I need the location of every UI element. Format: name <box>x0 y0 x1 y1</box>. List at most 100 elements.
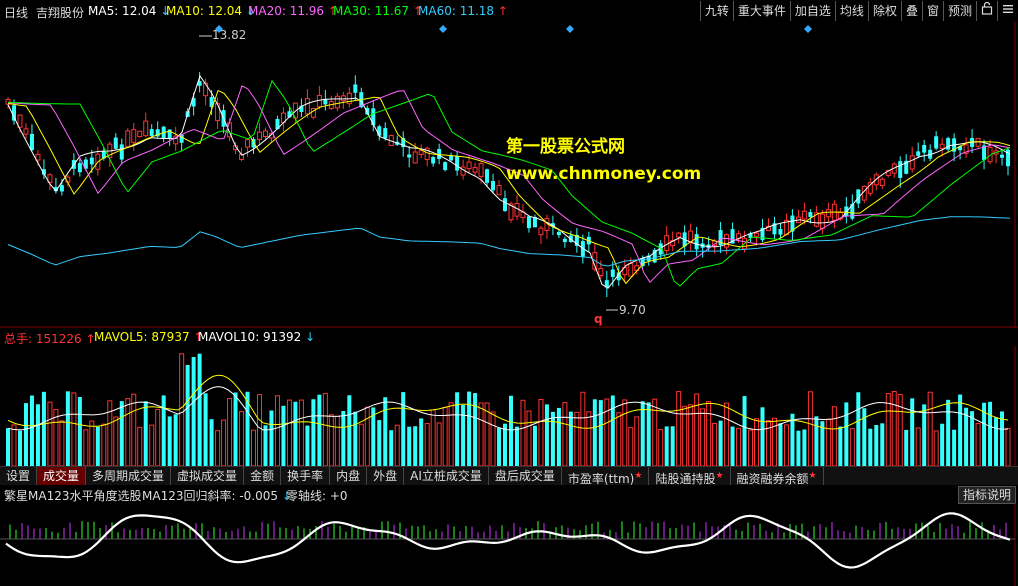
tab-5[interactable]: 换手率 <box>281 467 331 485</box>
menu-icon[interactable] <box>997 1 1018 21</box>
moving-average-button[interactable]: 均线 <box>834 1 868 21</box>
candle-up <box>825 209 831 218</box>
arrow-down-icon: ↓ <box>305 330 316 344</box>
tab-11[interactable]: 陆股通持股★ <box>649 467 731 486</box>
volume-bar-down <box>473 393 478 466</box>
volume-bar-up <box>442 406 448 466</box>
slope-label: MA123回归斜率: -0.005 ↓ <box>142 489 292 503</box>
volume-bar-down <box>41 391 46 466</box>
candle-up <box>125 130 131 147</box>
tab-2[interactable]: 多周期成交量 <box>86 467 172 485</box>
volume-bar-down <box>610 395 615 466</box>
tab-0[interactable]: 设置 <box>0 467 38 485</box>
volume-bar-down <box>550 411 555 466</box>
volume-bar-down <box>461 405 466 466</box>
volume-bar-up <box>526 410 532 466</box>
volume-bar-up <box>706 401 712 466</box>
mavol10-label: MAVOL10: 91392 ↓ <box>198 330 316 344</box>
candle-up <box>754 232 760 237</box>
volume-bar-down <box>718 420 723 466</box>
volume-bar-up <box>394 424 400 466</box>
lock-icon[interactable] <box>976 1 997 21</box>
volume-bar-down <box>796 430 801 466</box>
price-header: 日线 吉翔股份 MA5: 12.04 ↓ MA10: 12.04 ↓ MA20:… <box>0 0 1018 22</box>
volume-bar-down <box>23 403 28 466</box>
volume-bar-down <box>29 395 34 466</box>
candle-down <box>113 137 118 149</box>
volume-bar-up <box>107 400 113 466</box>
volume-bar-up <box>754 418 760 466</box>
candle-down <box>11 105 16 121</box>
volume-bar-down <box>77 397 82 466</box>
volume-bar-down <box>347 395 352 466</box>
volume-bar-down <box>203 393 208 466</box>
volume-bar-down <box>35 404 40 466</box>
total-volume-label: 总手: 151226 ↑ <box>4 332 96 346</box>
candle-up <box>262 130 268 138</box>
volume-bar-down <box>958 394 963 466</box>
major-events-button[interactable]: 重大事件 <box>732 1 790 21</box>
tab-3[interactable]: 虚拟成交量 <box>171 467 245 485</box>
volume-bar-down <box>263 425 268 466</box>
volume-bar-down <box>778 423 783 466</box>
volume-bar-down <box>856 392 861 466</box>
volume-bar-up <box>736 427 742 466</box>
volume-bar-down <box>760 407 765 466</box>
tab-1[interactable]: 成交量 <box>37 467 87 485</box>
tab-10[interactable]: 市盈率(ttm)★ <box>562 467 650 486</box>
jiuzhuan-button[interactable]: 九转 <box>699 1 733 21</box>
volume-bar-down <box>245 391 250 466</box>
volume-bar-down <box>964 407 969 466</box>
arrow-up-icon: ↑ <box>497 4 508 18</box>
volume-bar-down <box>844 402 849 466</box>
indicator-help-button[interactable]: 指标说明 <box>957 486 1016 504</box>
candle-down <box>485 169 490 183</box>
tab-8[interactable]: AI立桩成交量 <box>404 467 489 485</box>
volume-bar-down <box>209 419 214 466</box>
indicator-chart[interactable] <box>0 503 1018 586</box>
volume-bar-up <box>125 398 131 466</box>
volume-bar-up <box>101 423 107 466</box>
candle-up <box>143 120 149 137</box>
volume-bar-up <box>328 414 334 466</box>
candle-up <box>909 155 915 170</box>
chart-toolbar: 九转 重大事件 加自选 均线 除权 叠 窗 预测 <box>699 1 1018 21</box>
ex-rights-button[interactable]: 除权 <box>867 1 901 21</box>
volume-bar-up <box>364 406 370 466</box>
candle-down <box>149 129 154 136</box>
window-button[interactable]: 窗 <box>921 1 943 21</box>
volume-bar-up <box>831 406 837 466</box>
volume-bar-up <box>137 426 143 466</box>
tab-9[interactable]: 盘后成交量 <box>489 467 562 485</box>
volume-bar-down <box>341 410 346 466</box>
mavol5-label: MAVOL5: 87937 ↑ <box>94 330 204 344</box>
tab-4[interactable]: 金额 <box>244 467 282 485</box>
volume-bar-up <box>149 424 155 466</box>
candle-down <box>526 216 531 229</box>
volume-bar-up <box>927 391 933 466</box>
tab-6[interactable]: 内盘 <box>330 467 368 485</box>
candle-down <box>562 238 567 243</box>
volume-bar-down <box>742 396 747 466</box>
period-label[interactable]: 日线 <box>4 4 28 21</box>
candle-up <box>466 161 472 170</box>
ma30-label: MA30: 11.67 ↑ <box>333 4 423 18</box>
candle-up <box>131 129 137 143</box>
forecast-button[interactable]: 预测 <box>942 1 976 21</box>
add-watchlist-button[interactable]: 加自选 <box>789 1 835 21</box>
volume-bar-up <box>562 402 568 466</box>
indicator-line <box>5 512 1011 569</box>
overlay-button[interactable]: 叠 <box>900 1 922 21</box>
volume-bar-up <box>215 430 221 466</box>
volume-bar-down <box>592 399 597 466</box>
volume-bar-up <box>131 393 137 466</box>
candle-down <box>383 128 388 139</box>
volume-chart[interactable] <box>0 346 1018 466</box>
candle-down <box>371 108 376 126</box>
volume-bar-down <box>233 392 238 466</box>
volume-bar-up <box>59 420 65 466</box>
tab-7[interactable]: 外盘 <box>367 467 405 485</box>
volume-bar-down <box>568 411 573 466</box>
candle-down <box>934 136 939 149</box>
tab-12[interactable]: 融资融券余额★ <box>731 467 824 486</box>
